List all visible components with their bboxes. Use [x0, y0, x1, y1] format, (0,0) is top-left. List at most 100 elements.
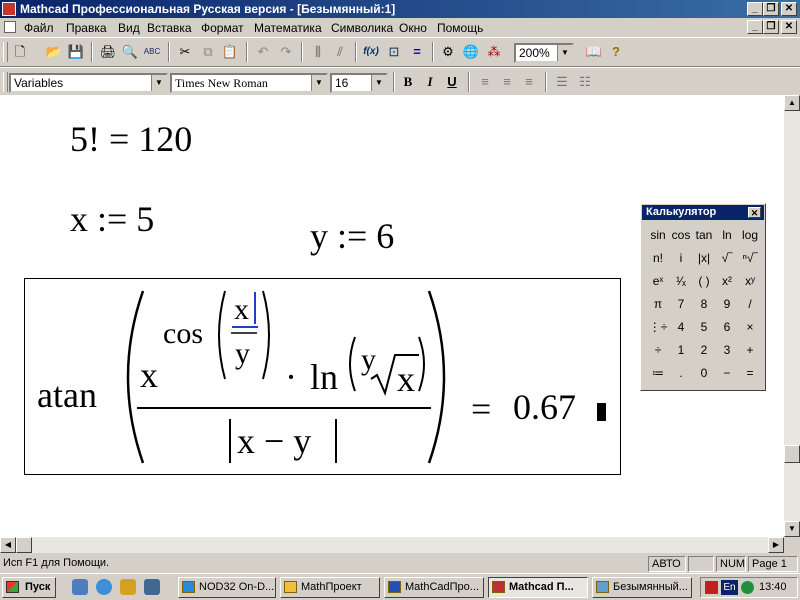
calc-key-plus[interactable]: + — [739, 339, 761, 361]
component-wizard-icon[interactable]: ⁂ — [484, 42, 504, 62]
bold-button[interactable]: B — [398, 72, 418, 92]
task-nod32[interactable]: NOD32 On-D... — [178, 577, 276, 598]
align-icon[interactable]: ⫼ — [308, 42, 328, 62]
menu-file[interactable]: Файл — [24, 21, 54, 35]
calc-key-decimal[interactable]: . — [670, 362, 692, 384]
frac-numerator[interactable]: x — [234, 295, 249, 325]
toolbar-grip[interactable] — [3, 72, 8, 92]
worksheet[interactable]: 5! = 120 x := 5 y := 6 atan x cos x y · … — [0, 95, 784, 537]
align-left-icon[interactable]: ≡ — [475, 72, 495, 92]
italic-button[interactable]: I — [420, 72, 440, 92]
chevron-down-icon[interactable]: ▼ — [557, 45, 572, 61]
scroll-left-icon[interactable]: ◀ — [0, 537, 16, 553]
insert-unit-icon[interactable]: ⊡ — [384, 42, 404, 62]
calc-key-define[interactable]: ≔ — [647, 362, 669, 384]
calc-key-inline-divide[interactable]: ⋮÷ — [647, 316, 669, 338]
calc-key-sqrt[interactable]: √‾ — [716, 247, 738, 269]
toolbar-grip[interactable] — [3, 42, 8, 62]
calc-key-5[interactable]: 5 — [693, 316, 715, 338]
calc-key-imaginary[interactable]: i — [670, 247, 692, 269]
calc-key-6[interactable]: 6 — [716, 316, 738, 338]
expression-region[interactable]: atan x cos x y · ln y x x − y = 0.67 — [24, 278, 621, 475]
calc-key-power[interactable]: xʸ — [739, 270, 761, 292]
scroll-up-icon[interactable]: ▲ — [784, 95, 800, 111]
calc-key-3[interactable]: 3 — [716, 339, 738, 361]
menu-math[interactable]: Математика — [254, 21, 322, 35]
chevron-down-icon[interactable]: ▼ — [151, 75, 166, 91]
print-preview-icon[interactable]: 🔍 — [120, 42, 140, 62]
task-folder[interactable]: MathПроект — [280, 577, 380, 598]
close-button[interactable]: ✕ — [781, 2, 797, 16]
menu-window[interactable]: Окно — [399, 21, 427, 35]
calc-key-equals[interactable]: = — [739, 362, 761, 384]
scroll-thumb[interactable] — [16, 537, 32, 553]
task-paint[interactable]: Безымянный... — [592, 577, 692, 598]
new-icon[interactable]: 🗋 — [10, 42, 30, 62]
ie-icon[interactable] — [96, 579, 112, 595]
vertical-scrollbar[interactable]: ▲ ▼ — [784, 95, 800, 537]
calc-key-8[interactable]: 8 — [693, 293, 715, 315]
calc-key-reciprocal[interactable]: ¹⁄ₓ — [670, 270, 692, 292]
paste-icon[interactable]: 📋 — [220, 42, 240, 62]
save-icon[interactable]: 💾 — [66, 42, 86, 62]
menu-view[interactable]: Вид — [118, 21, 140, 35]
task-word[interactable]: MathCadПро... — [384, 577, 484, 598]
calc-key-division[interactable]: ÷ — [647, 339, 669, 361]
calc-key-7[interactable]: 7 — [670, 293, 692, 315]
antivirus-tray-icon[interactable] — [705, 581, 718, 594]
cut-icon[interactable]: ✂ — [175, 42, 195, 62]
align-right-icon[interactable]: ≡ — [519, 72, 539, 92]
calc-key-nth-root[interactable]: ⁿ√‾ — [739, 247, 761, 269]
calc-key-divide[interactable]: / — [739, 293, 761, 315]
chevron-down-icon[interactable]: ▼ — [311, 75, 326, 91]
calc-key-tan[interactable]: tan — [693, 224, 715, 246]
style-select[interactable]: Variables ▼ — [9, 73, 168, 93]
calc-key-0[interactable]: 0 — [693, 362, 715, 384]
assign-x-region[interactable]: x := 5 — [70, 201, 154, 237]
doc-close-button[interactable]: ✕ — [781, 20, 797, 34]
open-icon[interactable]: 📂 — [44, 42, 64, 62]
calc-key-sin[interactable]: sin — [647, 224, 669, 246]
calc-key-pi[interactable]: π — [647, 293, 669, 315]
start-button[interactable]: Пуск — [2, 577, 56, 598]
zoom-select[interactable]: 200% ▼ — [514, 43, 574, 63]
menu-help[interactable]: Помощь — [437, 21, 483, 35]
menu-edit[interactable]: Правка — [66, 21, 107, 35]
title-bar[interactable]: Mathcad Профессиональная Русская версия … — [0, 0, 800, 18]
scroll-down-icon[interactable]: ▼ — [784, 521, 800, 537]
calc-key-abs[interactable]: |x| — [693, 247, 715, 269]
language-indicator[interactable]: En — [721, 580, 738, 595]
document-icon[interactable] — [4, 21, 16, 33]
doc-restore-button[interactable]: ❐ — [763, 20, 779, 34]
align-bottom-icon[interactable]: ⫽ — [330, 42, 350, 62]
calculator-title[interactable]: Калькулятор ✕ — [642, 205, 764, 220]
font-size-select[interactable]: 16 ▼ — [330, 73, 388, 93]
assign-y-region[interactable]: y := 6 — [310, 218, 394, 254]
align-center-icon[interactable]: ≡ — [497, 72, 517, 92]
calc-key-factorial[interactable]: n! — [647, 247, 669, 269]
calculator-palette[interactable]: Калькулятор ✕ sin cos tan ln log n! i |x| √‾ ⁿ√‾ e… — [640, 203, 766, 391]
chevron-down-icon[interactable]: ▼ — [371, 75, 386, 91]
spell-check-icon[interactable]: ABC — [142, 42, 162, 62]
app-icon[interactable] — [2, 2, 16, 16]
calc-key-parens[interactable]: ( ) — [693, 270, 715, 292]
placeholder-cursor[interactable] — [597, 403, 606, 421]
close-icon[interactable]: ✕ — [748, 207, 761, 218]
resource-center-icon[interactable]: 🌐 — [461, 42, 481, 62]
calc-key-4[interactable]: 4 — [670, 316, 692, 338]
calc-key-log[interactable]: log — [739, 224, 761, 246]
factorial-region[interactable]: 5! = 120 — [70, 121, 192, 157]
menu-format[interactable]: Формат — [201, 21, 244, 35]
component-icon[interactable]: ⚙ — [438, 42, 458, 62]
calc-key-9[interactable]: 9 — [716, 293, 738, 315]
desktop-icon[interactable] — [72, 579, 88, 595]
scroll-right-icon[interactable]: ▶ — [768, 537, 784, 553]
undo-icon[interactable]: ↶ — [253, 42, 273, 62]
minimize-button[interactable]: _ — [747, 2, 763, 16]
outlook-icon[interactable] — [120, 579, 136, 595]
calc-key-2[interactable]: 2 — [693, 339, 715, 361]
horizontal-scrollbar[interactable]: ◀ ▶ — [0, 537, 784, 553]
task-mathcad[interactable]: Mathcad П... — [488, 577, 588, 598]
help-icon[interactable]: ? — [606, 42, 626, 62]
calc-key-ln[interactable]: ln — [716, 224, 738, 246]
